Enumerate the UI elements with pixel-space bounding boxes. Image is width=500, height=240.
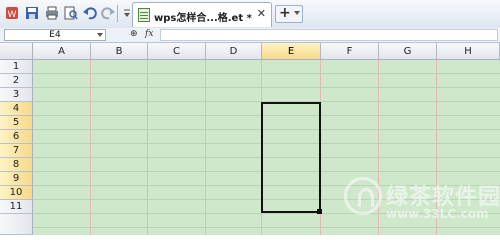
column-header-g[interactable]: G	[379, 43, 437, 60]
row-divider	[33, 87, 500, 88]
row-header-6[interactable]: 6	[0, 130, 33, 144]
row-header-10[interactable]: 10	[0, 186, 33, 200]
new-tab-button[interactable]: +	[275, 5, 303, 23]
row-header-9[interactable]: 9	[0, 172, 33, 186]
save-icon[interactable]	[24, 5, 40, 21]
row-header-2[interactable]: 2	[0, 74, 33, 88]
name-box-dropdown-icon[interactable]	[97, 33, 103, 37]
row-header-12[interactable]	[0, 214, 33, 235]
watermark-logo-icon	[344, 177, 382, 215]
column-header-c[interactable]: C	[148, 43, 206, 60]
row-divider	[33, 73, 500, 74]
column-header-b[interactable]: B	[91, 43, 148, 60]
svg-text:W: W	[8, 10, 17, 20]
row-header-3[interactable]: 3	[0, 88, 33, 102]
formula-bar: E4 ⊕ fx	[0, 28, 500, 43]
fill-handle[interactable]	[317, 209, 322, 214]
spreadsheet-file-icon	[138, 8, 150, 22]
plus-icon: +	[279, 5, 291, 21]
undo-icon[interactable]	[82, 5, 98, 21]
row-header-4[interactable]: 4	[0, 102, 33, 116]
quick-access-toolbar: W wps怎样合...格.et * ✕ +	[0, 0, 500, 29]
column-header-a[interactable]: A	[33, 43, 91, 60]
formula-input[interactable]	[160, 29, 498, 41]
chevron-down-icon[interactable]	[294, 11, 300, 15]
redo-icon[interactable]	[100, 5, 116, 21]
print-icon[interactable]	[44, 5, 60, 21]
column-header-row: A B C D E F G H	[0, 43, 500, 60]
row-header-5[interactable]: 5	[0, 116, 33, 130]
column-header-e[interactable]: E	[262, 43, 321, 60]
print-preview-icon[interactable]	[63, 5, 79, 21]
column-header-f[interactable]: F	[321, 43, 379, 60]
name-box[interactable]: E4	[4, 29, 106, 41]
zoom-icon[interactable]: ⊕	[130, 29, 138, 39]
column-header-d[interactable]: D	[206, 43, 262, 60]
app-logo-icon[interactable]: W	[4, 5, 20, 21]
document-tab[interactable]: wps怎样合...格.et * ✕	[132, 2, 272, 27]
cell-selection-e4-e10[interactable]	[261, 102, 321, 213]
row-header-1[interactable]: 1	[0, 60, 33, 74]
column-header-h[interactable]: H	[437, 43, 500, 60]
watermark-url: www.33LC.com	[386, 207, 489, 221]
select-all-corner[interactable]	[0, 43, 33, 60]
close-tab-icon[interactable]: ✕	[257, 7, 266, 20]
function-icon[interactable]: fx	[145, 29, 153, 39]
row-header-11[interactable]: 11	[0, 200, 33, 214]
row-header-8[interactable]: 8	[0, 158, 33, 172]
row-header-7[interactable]: 7	[0, 144, 33, 158]
watermark: 绿茶软件园 www.33LC.com	[344, 175, 500, 233]
name-box-value: E4	[49, 30, 61, 40]
document-tab-title: wps怎样合...格.et *	[154, 13, 252, 24]
toolbar-divider	[117, 5, 118, 22]
spreadsheet-grid[interactable]: A B C D E F G H 1 2 3 4 5 6 7 8 9 10 11	[0, 43, 500, 235]
